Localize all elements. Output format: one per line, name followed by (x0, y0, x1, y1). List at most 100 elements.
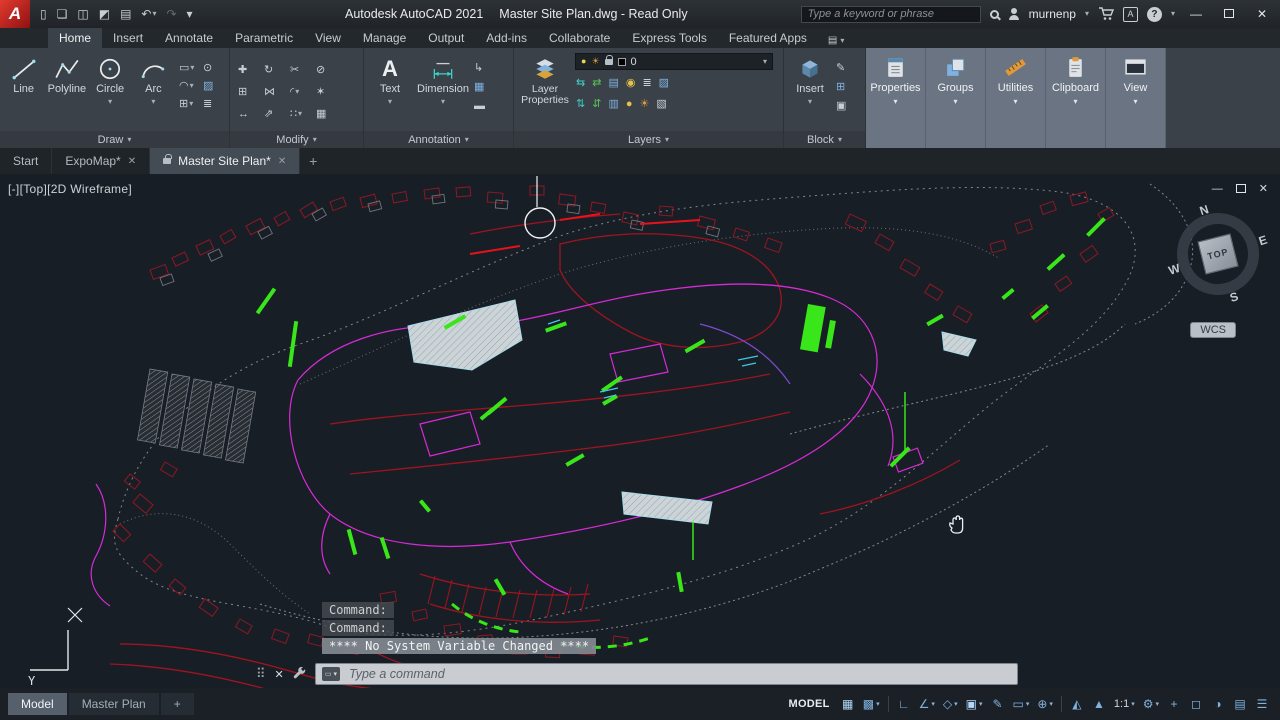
panel-utilities[interactable]: Utilities▾ (986, 48, 1046, 148)
grid-icon[interactable]: ▦ (838, 694, 858, 714)
ribbon-tab-output[interactable]: Output (417, 28, 475, 48)
exchange-apps-icon[interactable]: A (1123, 7, 1138, 22)
edit-attribute-icon[interactable]: ✎ (835, 59, 859, 76)
layer-state-icon[interactable]: ⇆ (575, 74, 586, 91)
panel-view[interactable]: View▾ (1106, 48, 1166, 148)
help-icon[interactable]: ? (1147, 7, 1162, 22)
plot-icon[interactable]: ▤ (116, 5, 135, 23)
erase-tool-icon[interactable]: ⊘ (315, 61, 341, 78)
file-tab-master-site-plan-[interactable]: Master Site Plan*✕ (150, 148, 300, 174)
array-tool-icon[interactable]: ∷ ▾ (289, 105, 315, 122)
layout-tab-master-plan[interactable]: Master Plan (69, 693, 159, 715)
panel-label-layers[interactable]: Layers▾ (514, 131, 783, 148)
panel-label-draw[interactable]: Draw▾ (0, 131, 229, 148)
open-file-icon[interactable]: ❏ (53, 5, 72, 23)
customize-plus-icon[interactable]: + (1164, 694, 1184, 714)
search-input[interactable]: Type a keyword or phrase (801, 6, 981, 23)
file-tab-expomap-[interactable]: ExpoMap*✕ (52, 148, 150, 174)
maximize-button[interactable] (1217, 7, 1241, 21)
panel-label-modify[interactable]: Modify▾ (230, 131, 363, 148)
stretch-tool-icon[interactable]: ↔ (237, 105, 263, 122)
ribbon-tab-home[interactable]: Home (48, 28, 102, 48)
command-grip-icon[interactable]: ⠿ (256, 666, 266, 682)
model-toggle[interactable]: MODEL (788, 698, 829, 710)
new-tab-button[interactable]: + (300, 148, 326, 174)
create-block-icon[interactable]: ⊞ (835, 78, 859, 95)
search-icon[interactable] (990, 10, 999, 19)
mirror-tool-icon[interactable]: ⋈ (263, 83, 289, 100)
layer-select[interactable]: ● ☀ 0 ▾ (575, 53, 773, 70)
isodraft-icon[interactable]: ◇▾ (940, 694, 961, 714)
rotate-tool-icon[interactable]: ↻ (263, 61, 289, 78)
insert-block-button[interactable]: Insert▾ (787, 51, 833, 131)
region-tool-icon[interactable]: ⊙ (202, 59, 226, 76)
qat-menu-icon[interactable]: ▾ (183, 5, 197, 23)
text-tool[interactable]: A Text▾ (367, 51, 413, 131)
ribbon-tab-annotate[interactable]: Annotate (154, 28, 224, 48)
ribbon-display-toggle[interactable]: ▤▾ (828, 35, 844, 46)
cart-icon[interactable] (1098, 7, 1114, 21)
line-tool[interactable]: Line (3, 51, 44, 131)
layer-merge-icon[interactable]: ▧ (655, 95, 667, 112)
layer-freeze-icon[interactable]: ▤ (607, 74, 619, 91)
viewport-close-icon[interactable]: ✕ (1259, 182, 1268, 195)
arc-tool[interactable]: Arc▾ (133, 51, 174, 131)
user-menu-caret-icon[interactable]: ▾ (1085, 10, 1089, 18)
block-editor-icon[interactable]: ▣ (835, 97, 859, 114)
compass-north[interactable]: N (1198, 202, 1211, 218)
copy-tool-icon[interactable]: ⊞ (237, 83, 263, 100)
new-file-icon[interactable]: ▯ (36, 5, 51, 23)
redo-icon[interactable]: ↷ (162, 5, 180, 23)
boundary-tool-icon[interactable]: ⊞ ▾ (178, 95, 202, 112)
panel-groups[interactable]: Groups▾ (926, 48, 986, 148)
layer-properties-button[interactable]: Layer Properties (517, 51, 573, 131)
ribbon-tab-insert[interactable]: Insert (102, 28, 154, 48)
viewport-minimize-icon[interactable]: — (1212, 183, 1223, 195)
graphics-performance-icon[interactable]: ◑ (1208, 694, 1228, 714)
layer-unisolate-icon[interactable]: ⇵ (591, 95, 602, 112)
polar-icon[interactable]: ∠▾ (916, 694, 938, 714)
close-tab-icon[interactable]: ✕ (278, 156, 286, 167)
close-button[interactable]: ✕ (1250, 7, 1274, 21)
layer-walk-icon[interactable]: ▨ (658, 74, 670, 91)
dynamic-input-icon[interactable]: ⊕▾ (1034, 694, 1056, 714)
site-plan-drawing[interactable]: Y (0, 174, 1280, 688)
command-close-icon[interactable]: ✕ (275, 668, 284, 681)
markup-tool-icon[interactable]: ▬ (473, 97, 499, 114)
ribbon-tab-view[interactable]: View (304, 28, 352, 48)
layer-on-icon[interactable]: ● (625, 95, 634, 112)
autocad-logo-icon[interactable]: A (0, 0, 30, 28)
osnap-icon[interactable]: ▣▾ (963, 694, 986, 714)
wcs-button[interactable]: WCS (1190, 322, 1236, 338)
tray-icon[interactable]: ▤ (1230, 694, 1250, 714)
circle-tool[interactable]: Circle▾ (90, 51, 131, 131)
ortho-icon[interactable]: ∟ (894, 694, 914, 714)
multiline-tool-icon[interactable]: ≣ (202, 95, 226, 112)
ribbon-tab-collaborate[interactable]: Collaborate (538, 28, 621, 48)
help-caret-icon[interactable]: ▾ (1171, 10, 1175, 18)
compass-south[interactable]: S (1228, 289, 1240, 305)
viewport-controls-label[interactable]: [-][Top][2D Wireframe] (8, 182, 132, 196)
layer-match-icon[interactable]: ≣ (641, 74, 652, 91)
annotation-scale[interactable]: 1:1▾ (1111, 694, 1138, 714)
move-tool-icon[interactable]: ✚ (237, 61, 263, 78)
command-customize-wrench-icon[interactable] (293, 667, 307, 681)
drawing-canvas[interactable]: Y [-][Top][2D Wireframe] — ✕ N E S W TOP… (0, 174, 1280, 688)
trim-tool-icon[interactable]: ✂ (289, 61, 315, 78)
table-tool-icon[interactable]: ▦ (473, 78, 499, 95)
hatch-tool-icon[interactable]: ▨ (202, 77, 226, 94)
lineweight-icon[interactable]: ✎ (987, 694, 1007, 714)
save-icon[interactable]: ◫ (73, 5, 92, 23)
annotation-visibility-icon[interactable]: ◭ (1067, 694, 1087, 714)
layer-lock-icon[interactable]: ◉ (625, 74, 637, 91)
panel-properties[interactable]: Properties▾ (866, 48, 926, 148)
polyline-tool[interactable]: Polyline (46, 51, 87, 131)
new-layout-button[interactable]: + (161, 693, 194, 715)
file-tab-start[interactable]: Start (0, 148, 52, 174)
dimension-tool[interactable]: Dimension▾ (415, 51, 471, 131)
scale-tool-icon[interactable]: ⇗ (263, 105, 289, 122)
ribbon-tab-parametric[interactable]: Parametric (224, 28, 304, 48)
undo-icon[interactable]: ↶▾ (137, 5, 160, 23)
panel-clipboard[interactable]: Clipboard▾ (1046, 48, 1106, 148)
ribbon-tab-add-ins[interactable]: Add-ins (475, 28, 538, 48)
